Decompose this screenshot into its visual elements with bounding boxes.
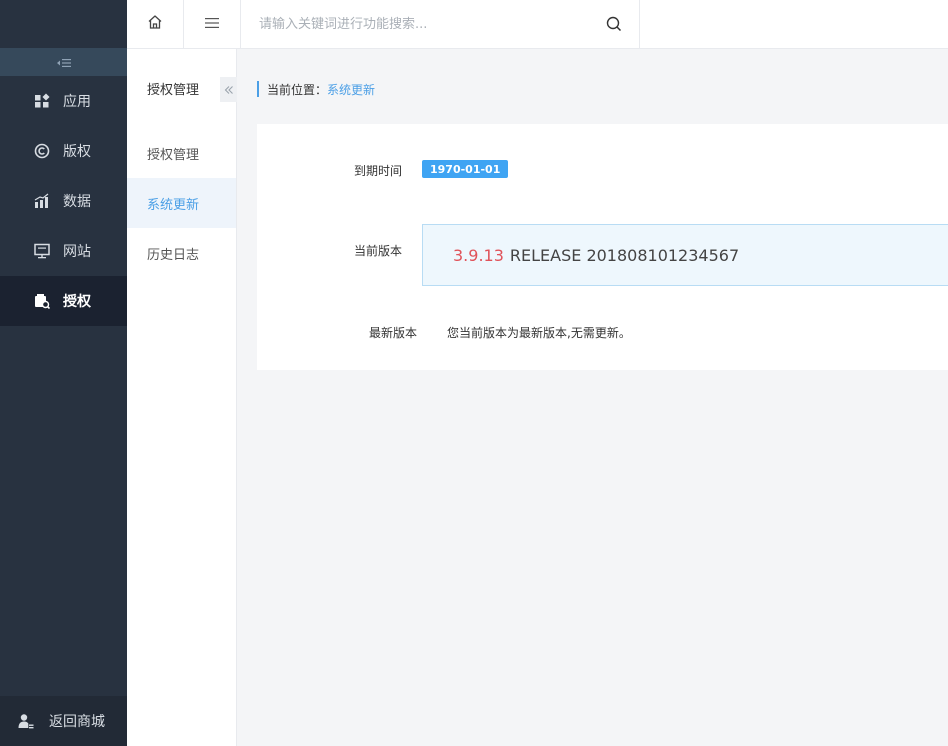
sidebar-item-label: 应用 — [63, 94, 91, 110]
update-info-card: 到期时间 1970-01-01 当前版本 3.9.13 RELEASE 2018… — [257, 124, 948, 370]
monitor-icon — [34, 243, 50, 259]
double-chevron-left-icon — [224, 80, 234, 99]
subnav-item-label: 授权管理 — [147, 147, 200, 163]
menu-toggle-button[interactable] — [184, 0, 241, 48]
hamburger-menu-icon — [204, 15, 220, 34]
sidebar-item-label: 网站 — [63, 244, 91, 260]
current-version-box: 3.9.13 RELEASE 201808101234567 — [422, 224, 948, 286]
subnav-item-history-log[interactable]: 历史日志 — [127, 228, 236, 278]
sidebar-item-label: 版权 — [63, 144, 91, 160]
apps-grid-icon — [34, 93, 50, 109]
version-release: RELEASE 201808101234567 — [509, 245, 740, 265]
sidebar-item-label: 数据 — [63, 194, 91, 210]
current-version-label: 当前版本 — [353, 244, 402, 258]
subnav-item-license-management[interactable]: 授权管理 — [127, 128, 236, 178]
subnav-collapse-button[interactable] — [220, 77, 237, 102]
breadcrumb-current-link[interactable]: 系统更新 — [327, 81, 375, 98]
sidebar-item-website[interactable]: 网站 — [0, 226, 127, 276]
latest-version-label: 最新版本 — [368, 326, 417, 340]
home-button[interactable] — [127, 0, 184, 48]
sidebar-item-label: 授权 — [63, 294, 91, 310]
top-bar — [127, 0, 948, 49]
sidebar-logo-area — [0, 0, 127, 48]
user-return-icon — [18, 713, 34, 729]
main-sidebar: 应用 版权 数据 网站 授权 返回商城 — [0, 0, 127, 746]
subnav-item-system-update[interactable]: 系统更新 — [127, 178, 236, 228]
copyright-icon — [34, 143, 50, 159]
sidebar-item-apps[interactable]: 应用 — [0, 76, 127, 126]
back-to-store-button[interactable]: 返回商城 — [0, 696, 127, 746]
subnav-item-label: 历史日志 — [147, 247, 200, 263]
expire-date-label: 到期时间 — [353, 164, 402, 178]
version-number: 3.9.13 — [453, 245, 504, 265]
search-icon[interactable] — [605, 15, 623, 33]
home-icon — [147, 14, 163, 34]
license-icon — [34, 293, 50, 309]
sidebar-item-license[interactable]: 授权 — [0, 276, 127, 326]
search-input[interactable] — [259, 14, 599, 34]
sidebar-item-copyright[interactable]: 版权 — [0, 126, 127, 176]
subnav-item-label: 系统更新 — [147, 197, 200, 213]
search-bar — [241, 0, 640, 48]
breadcrumb-prefix: 当前位置： — [267, 82, 328, 97]
back-to-store-label: 返回商城 — [49, 714, 105, 730]
sidebar-collapse-button[interactable] — [0, 48, 127, 76]
secondary-sidebar: 授权管理 授权管理 系统更新 历史日志 — [127, 49, 237, 746]
expire-date-badge: 1970-01-01 — [422, 160, 509, 178]
bar-chart-icon — [34, 193, 50, 209]
sidebar-nav: 应用 版权 数据 网站 授权 — [0, 76, 127, 326]
breadcrumb: 当前位置： 系统更新 — [257, 81, 375, 97]
latest-version-message: 您当前版本为最新版本,无需更新。 — [447, 326, 631, 340]
sidebar-item-data[interactable]: 数据 — [0, 176, 127, 226]
collapse-menu-icon — [56, 53, 71, 72]
